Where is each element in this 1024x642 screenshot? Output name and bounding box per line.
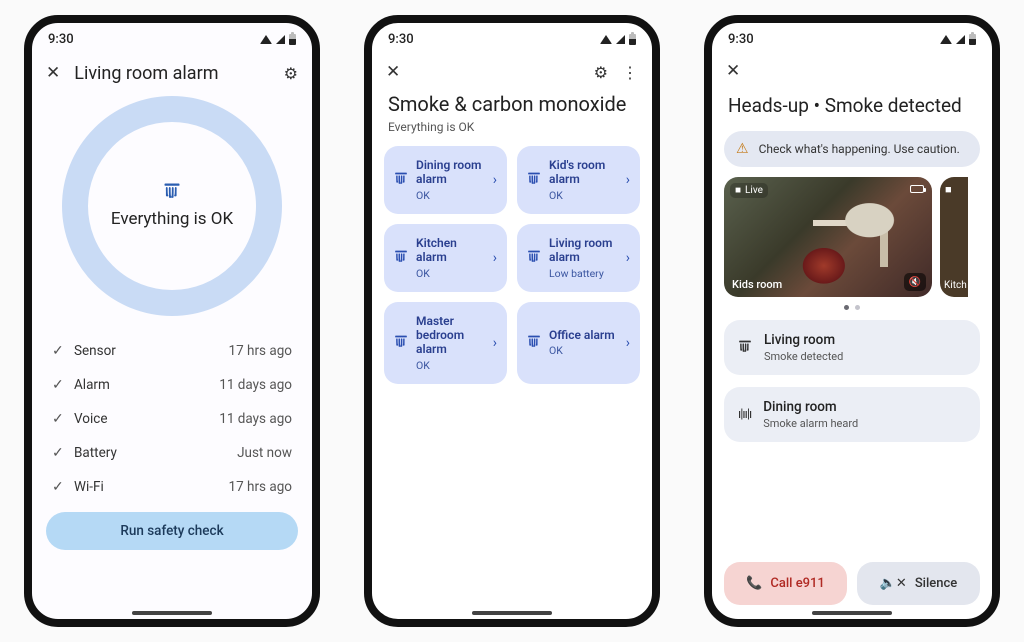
camera-battery-icon xyxy=(910,185,924,193)
check-icon: ✓ xyxy=(52,343,74,359)
status-icons xyxy=(600,34,636,45)
battery-icon xyxy=(289,34,296,45)
status-bar: 9:30 xyxy=(372,23,652,55)
close-icon[interactable]: ✕ xyxy=(726,63,740,80)
check-row: ✓Voice11 days ago xyxy=(52,402,292,436)
phone-smoke-co-list: 9:30 ✕ ⚙ ⋮ Smoke & carbon monoxide Every… xyxy=(364,15,660,627)
nest-protect-icon xyxy=(527,170,541,189)
wifi-icon xyxy=(600,35,612,44)
home-indicator[interactable] xyxy=(132,611,212,615)
chevron-right-icon: › xyxy=(493,335,497,351)
nest-protect-icon xyxy=(527,248,541,267)
alarm-tile-dining-room[interactable]: Dining room alarmOK › xyxy=(384,146,507,214)
phone-heads-up-smoke: 9:30 ✕ Heads-up • Smoke detected ⚠ Check… xyxy=(704,15,1000,627)
status-time: 9:30 xyxy=(388,32,414,47)
page-dot-active xyxy=(844,305,849,310)
status-time: 9:30 xyxy=(48,32,74,47)
home-indicator[interactable] xyxy=(812,611,892,615)
wifi-icon xyxy=(940,35,952,44)
live-badge: ■ Live xyxy=(730,183,768,198)
alarm-tile-office[interactable]: Office alarmOK › xyxy=(517,302,640,384)
close-icon[interactable]: ✕ xyxy=(46,65,60,82)
status-time: 9:30 xyxy=(728,32,754,47)
carousel-indicator xyxy=(712,297,992,314)
alarm-tile-living-room[interactable]: Living room alarmLow battery › xyxy=(517,224,640,292)
check-icon: ✓ xyxy=(52,377,74,393)
chevron-right-icon: › xyxy=(626,335,630,351)
alarm-grid: Dining room alarmOK › Kid's room alarmOK… xyxy=(372,146,652,384)
status-text: Everything is OK xyxy=(111,209,233,229)
cell-icon xyxy=(616,35,625,44)
nest-protect-icon xyxy=(738,338,752,357)
status-bar: 9:30 xyxy=(32,23,312,55)
close-icon[interactable]: ✕ xyxy=(386,64,400,81)
warning-icon: ⚠ xyxy=(736,141,749,157)
nest-protect-icon xyxy=(163,183,181,203)
check-row: ✓BatteryJust now xyxy=(52,436,292,470)
wifi-icon xyxy=(260,35,272,44)
action-buttons: 📞 Call e911 🔈✕ Silence xyxy=(724,562,980,605)
warning-text: Check what's happening. Use caution. xyxy=(759,142,960,156)
cell-icon xyxy=(276,35,285,44)
warning-banner: ⚠ Check what's happening. Use caution. xyxy=(724,131,980,167)
nest-protect-icon xyxy=(527,333,541,352)
status-icons xyxy=(260,34,296,45)
nest-protect-icon xyxy=(394,333,408,352)
camera-card-kids-room[interactable]: ■ Live Kids room 🔇 xyxy=(724,177,932,297)
check-row: ✓Alarm11 days ago xyxy=(52,368,292,402)
silence-button[interactable]: 🔈✕ Silence xyxy=(857,562,980,605)
chevron-right-icon: › xyxy=(626,250,630,266)
camera-name: Kitch xyxy=(944,280,967,291)
alert-living-room[interactable]: Living roomSmoke detected xyxy=(724,320,980,375)
alarm-tile-kitchen[interactable]: Kitchen alarmOK › xyxy=(384,224,507,292)
check-icon: ✓ xyxy=(52,479,74,495)
camera-carousel[interactable]: ■ Live Kids room 🔇 ■ Kitch xyxy=(712,177,992,297)
camera-card-kitchen[interactable]: ■ Kitch xyxy=(940,177,968,297)
speaker-off-icon: 🔈✕ xyxy=(880,576,907,591)
header: ✕ Living room alarm ⚙ xyxy=(32,55,312,92)
page-title: Smoke & carbon monoxide xyxy=(372,90,652,116)
battery-icon xyxy=(969,34,976,45)
status-bar: 9:30 xyxy=(712,23,992,55)
page-subtitle: Everything is OK xyxy=(372,116,652,146)
alert-dining-room[interactable]: ı|ıı|ı Dining roomSmoke alarm heard xyxy=(724,387,980,442)
check-icon: ✓ xyxy=(52,411,74,427)
alarm-tile-kids-room[interactable]: Kid's room alarmOK › xyxy=(517,146,640,214)
page-dot xyxy=(855,305,860,310)
gear-icon[interactable]: ⚙ xyxy=(284,64,298,83)
gear-icon[interactable]: ⚙ xyxy=(594,63,608,82)
chevron-right-icon: › xyxy=(493,172,497,188)
camera-name: Kids room xyxy=(732,278,782,291)
alarm-tile-master-bedroom[interactable]: Master bedroom alarmOK › xyxy=(384,302,507,384)
page-title: Heads-up • Smoke detected xyxy=(712,88,992,127)
phone-living-room-alarm: 9:30 ✕ Living room alarm ⚙ Everything is… xyxy=(24,15,320,627)
nest-protect-icon xyxy=(394,248,408,267)
nest-protect-icon xyxy=(394,170,408,189)
status-icons xyxy=(940,34,976,45)
phone-icon: 📞 xyxy=(746,576,762,591)
chevron-right-icon: › xyxy=(626,172,630,188)
status-ring: Everything is OK xyxy=(32,92,312,330)
call-e911-button[interactable]: 📞 Call e911 xyxy=(724,562,847,605)
header: ✕ ⚙ ⋮ xyxy=(372,55,652,90)
run-safety-check-button[interactable]: Run safety check xyxy=(46,512,298,550)
check-row: ✓Sensor17 hrs ago xyxy=(52,334,292,368)
cell-icon xyxy=(956,35,965,44)
sound-icon: ı|ıı|ı xyxy=(738,407,751,422)
camera-icon: ■ xyxy=(945,183,952,196)
more-icon[interactable]: ⋮ xyxy=(622,63,638,82)
home-indicator[interactable] xyxy=(472,611,552,615)
header: ✕ xyxy=(712,55,992,88)
page-title: Living room alarm xyxy=(74,63,269,84)
battery-icon xyxy=(629,34,636,45)
mute-icon[interactable]: 🔇 xyxy=(904,273,926,291)
chevron-right-icon: › xyxy=(493,250,497,266)
check-row: ✓Wi-Fi17 hrs ago xyxy=(52,470,292,504)
check-icon: ✓ xyxy=(52,445,74,461)
check-list: ✓Sensor17 hrs ago ✓Alarm11 days ago ✓Voi… xyxy=(32,330,312,504)
camera-icon: ■ xyxy=(735,185,741,196)
